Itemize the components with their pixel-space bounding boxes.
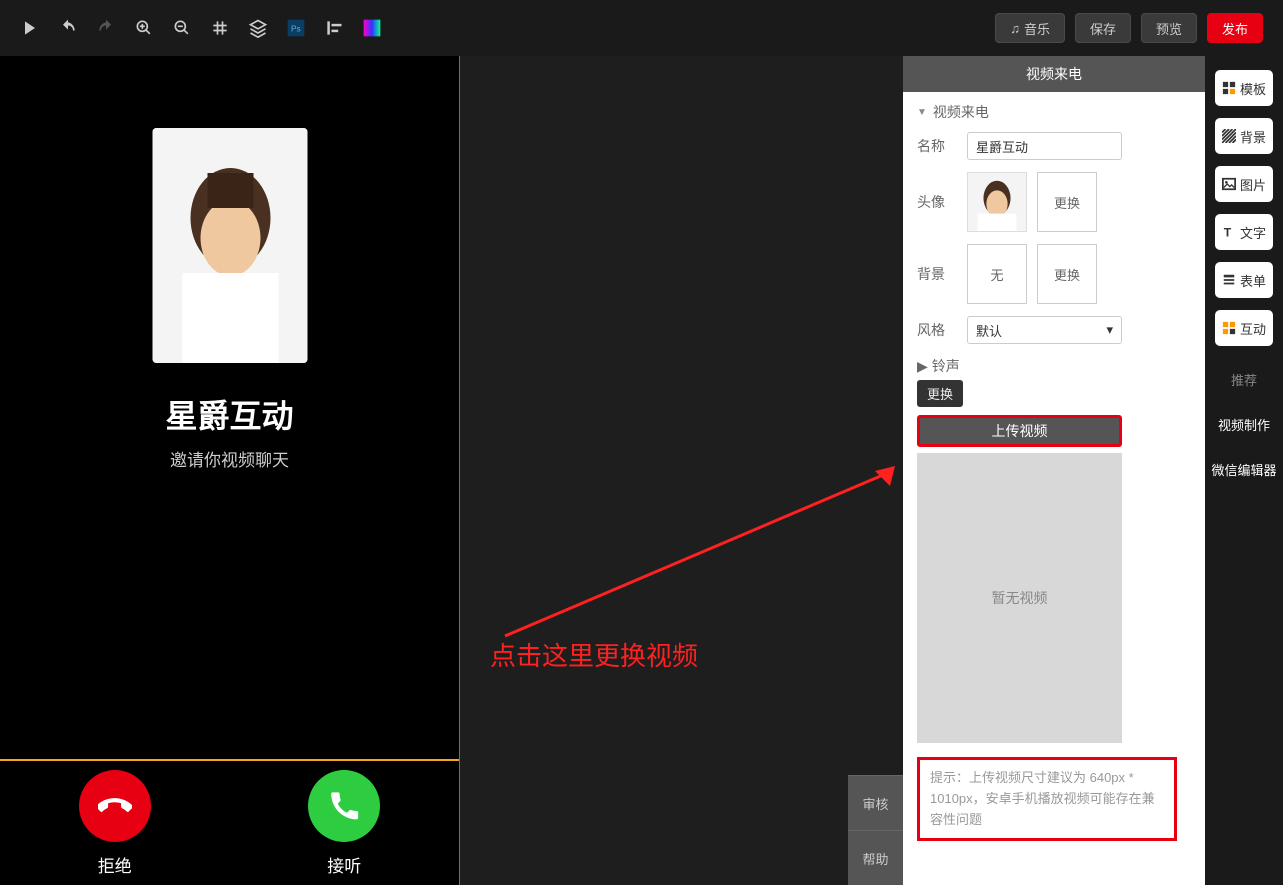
rail-background[interactable]: 背景: [1215, 118, 1273, 154]
decline-label: 拒绝: [98, 852, 132, 877]
layers-icon[interactable]: [248, 18, 268, 38]
name-input[interactable]: 星爵互动: [967, 132, 1122, 160]
rail-interact[interactable]: 互动: [1215, 310, 1273, 346]
ringtone-label[interactable]: ▶铃声: [917, 356, 1191, 376]
name-label: 名称: [917, 136, 957, 156]
avatar-thumb: [967, 172, 1027, 232]
style-label: 风格: [917, 320, 957, 340]
svg-text:T: T: [1224, 225, 1232, 239]
grid-icon[interactable]: [210, 18, 230, 38]
svg-text:Ps: Ps: [291, 23, 301, 33]
top-toolbar: Ps ♫ 音乐 保存 预览 发布: [0, 0, 1283, 56]
section-header[interactable]: ▼视频来电: [917, 102, 1191, 122]
rail-image[interactable]: 图片: [1215, 166, 1273, 202]
annotation-text: 点击这里更换视频: [490, 636, 698, 673]
phone-preview[interactable]: 星爵互动 邀请你视频聊天 拒绝 接听: [0, 56, 460, 885]
redo-icon[interactable]: [96, 18, 116, 38]
video-placeholder: 暂无视频: [917, 453, 1122, 743]
annotation-arrow-icon: [495, 466, 895, 646]
save-button[interactable]: 保存: [1075, 13, 1131, 43]
decline-button[interactable]: [79, 770, 151, 842]
play-icon[interactable]: [20, 18, 40, 38]
sim-avatar: [152, 128, 307, 363]
avatar-label: 头像: [917, 192, 957, 212]
upload-video-button[interactable]: 上传视频: [917, 415, 1122, 447]
accept-button[interactable]: [308, 770, 380, 842]
right-rail: 模板 背景 图片 T文字 表单 互动 推荐 视频制作 微信编辑器: [1205, 56, 1283, 885]
review-tab[interactable]: 审核: [848, 775, 903, 830]
align-icon[interactable]: [324, 18, 344, 38]
recommend-label: 推荐: [1231, 370, 1257, 389]
rail-template[interactable]: 模板: [1215, 70, 1273, 106]
bg-none: 无: [967, 244, 1027, 304]
ps-icon[interactable]: Ps: [286, 18, 306, 38]
preview-button[interactable]: 预览: [1141, 13, 1197, 43]
music-button[interactable]: ♫ 音乐: [995, 13, 1065, 43]
rail-form[interactable]: 表单: [1215, 262, 1273, 298]
publish-button[interactable]: 发布: [1207, 13, 1263, 43]
video-make-link[interactable]: 视频制作: [1218, 415, 1270, 434]
canvas-area: 星爵互动 邀请你视频聊天 拒绝 接听 点击这里更换视频 审核 帮助: [0, 56, 903, 885]
upload-hint: 提示：上传视频尺寸建议为 640px * 1010px，安卓手机播放视频可能存在…: [917, 757, 1177, 841]
zoom-out-icon[interactable]: [172, 18, 192, 38]
avatar-replace-button[interactable]: 更换: [1037, 172, 1097, 232]
help-tab[interactable]: 帮助: [848, 830, 903, 885]
color-icon[interactable]: [362, 18, 382, 38]
accept-label: 接听: [327, 852, 361, 877]
replace-tooltip: 更换: [917, 380, 963, 407]
bg-replace-button[interactable]: 更换: [1037, 244, 1097, 304]
panel-title: 视频来电: [903, 56, 1205, 92]
bg-label: 背景: [917, 264, 957, 284]
sim-caller-name: 星爵互动: [0, 391, 459, 437]
undo-icon[interactable]: [58, 18, 78, 38]
zoom-in-icon[interactable]: [134, 18, 154, 38]
wechat-editor-link[interactable]: 微信编辑器: [1211, 460, 1276, 479]
rail-text[interactable]: T文字: [1215, 214, 1273, 250]
style-select[interactable]: 默认▾: [967, 316, 1122, 344]
properties-panel: 视频来电 ▼视频来电 名称 星爵互动 头像 更换 背景 无 更换 风格 默认▾ …: [903, 56, 1205, 885]
sim-subtitle: 邀请你视频聊天: [0, 446, 459, 471]
